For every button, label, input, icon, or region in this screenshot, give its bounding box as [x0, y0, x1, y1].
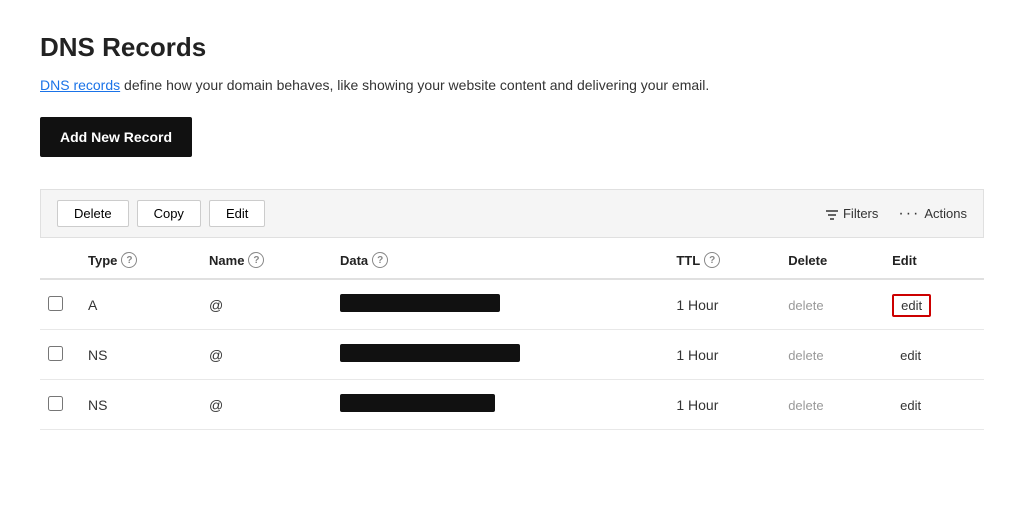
ttl-help-icon[interactable]: ?	[704, 252, 720, 268]
row-delete-link[interactable]: delete	[788, 348, 823, 363]
page-description: DNS records define how your domain behav…	[40, 77, 984, 93]
filter-icon	[825, 207, 839, 221]
table-row: A@1 Hour delete edit	[40, 279, 984, 330]
row-checkbox[interactable]	[48, 396, 63, 411]
row-data	[328, 279, 664, 330]
page-title: DNS Records	[40, 32, 984, 63]
dns-records-table: Type ? Name ? Data ?	[40, 238, 984, 430]
row-name: @	[197, 380, 328, 430]
redacted-data	[340, 344, 520, 362]
row-data	[328, 380, 664, 430]
actions-dots-icon: ···	[898, 205, 920, 223]
col-edit: Edit	[880, 238, 984, 279]
records-toolbar: Delete Copy Edit Filters ··· Actions	[40, 189, 984, 238]
redacted-data	[340, 394, 495, 412]
row-edit-cell: edit	[880, 380, 984, 430]
row-type: A	[76, 279, 197, 330]
row-type: NS	[76, 380, 197, 430]
row-delete-link[interactable]: delete	[788, 398, 823, 413]
row-edit-link[interactable]: edit	[892, 395, 929, 416]
row-checkbox[interactable]	[48, 346, 63, 361]
row-delete-cell: delete	[776, 380, 880, 430]
row-delete-cell: delete	[776, 330, 880, 380]
delete-button[interactable]: Delete	[57, 200, 129, 227]
row-name: @	[197, 330, 328, 380]
col-delete: Delete	[776, 238, 880, 279]
table-row: NS@1 Hour delete edit	[40, 380, 984, 430]
redacted-data	[340, 294, 500, 312]
col-data: Data ?	[328, 238, 664, 279]
row-ttl: 1 Hour	[664, 330, 776, 380]
col-ttl: TTL ?	[664, 238, 776, 279]
row-ttl: 1 Hour	[664, 380, 776, 430]
toolbar-left-actions: Delete Copy Edit	[57, 200, 265, 227]
row-edit-link[interactable]: edit	[892, 345, 929, 366]
name-help-icon[interactable]: ?	[248, 252, 264, 268]
edit-button[interactable]: Edit	[209, 200, 265, 227]
row-checkbox-cell	[40, 279, 76, 330]
row-edit-cell: edit	[880, 330, 984, 380]
actions-button[interactable]: ··· Actions	[898, 205, 967, 223]
table-row: NS@1 Hour delete edit	[40, 330, 984, 380]
dns-records-link[interactable]: DNS records	[40, 77, 120, 93]
row-checkbox-cell	[40, 380, 76, 430]
add-new-record-button[interactable]: Add New Record	[40, 117, 192, 157]
row-edit-cell: edit	[880, 279, 984, 330]
select-all-col	[40, 238, 76, 279]
data-help-icon[interactable]: ?	[372, 252, 388, 268]
col-type: Type ?	[76, 238, 197, 279]
row-checkbox-cell	[40, 330, 76, 380]
row-data	[328, 330, 664, 380]
row-delete-link[interactable]: delete	[788, 298, 823, 313]
row-name: @	[197, 279, 328, 330]
row-edit-link[interactable]: edit	[892, 294, 931, 317]
row-checkbox[interactable]	[48, 296, 63, 311]
col-name: Name ?	[197, 238, 328, 279]
type-help-icon[interactable]: ?	[121, 252, 137, 268]
row-type: NS	[76, 330, 197, 380]
row-delete-cell: delete	[776, 279, 880, 330]
toolbar-right-actions: Filters ··· Actions	[825, 205, 967, 223]
copy-button[interactable]: Copy	[137, 200, 201, 227]
filters-button[interactable]: Filters	[825, 206, 878, 221]
dns-records-table-wrap: Type ? Name ? Data ?	[40, 238, 984, 430]
row-ttl: 1 Hour	[664, 279, 776, 330]
